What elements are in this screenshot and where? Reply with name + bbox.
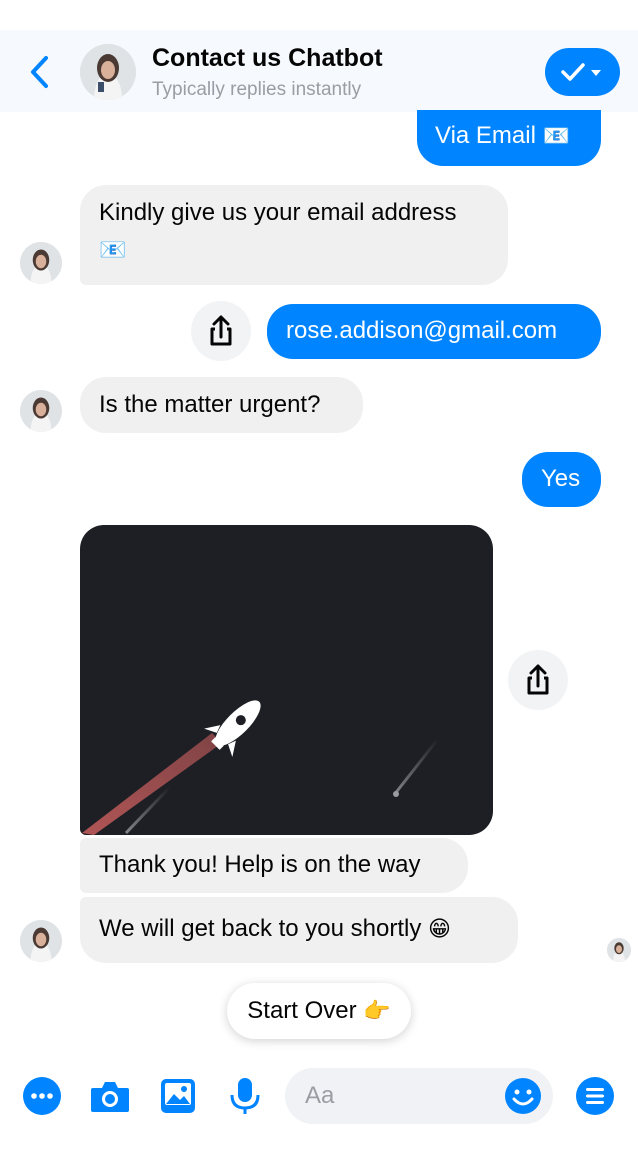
message-text: Kindly give us your email address [99, 199, 457, 226]
read-receipt-avatar [607, 938, 631, 962]
camera-icon [91, 1082, 129, 1112]
message-text: We will get back to you shortly [99, 915, 422, 942]
chat-header: Contact us Chatbot Typically replies ins… [0, 30, 638, 112]
grinning-emoji: 😁 [428, 917, 451, 942]
menu-button[interactable] [575, 1076, 615, 1116]
emoji-button[interactable] [503, 1076, 543, 1121]
share-icon [210, 315, 232, 346]
quick-reply-label: Start Over [247, 997, 357, 1024]
microphone-icon [230, 1078, 260, 1114]
bot-avatar [20, 920, 62, 962]
more-button[interactable] [22, 1076, 62, 1116]
back-button[interactable] [22, 52, 58, 92]
message-text: Thank you! Help is on the way [99, 851, 421, 878]
microphone-button[interactable] [225, 1076, 265, 1116]
share-button[interactable] [191, 301, 251, 361]
menu-icon [576, 1077, 614, 1115]
message-text: Via Email [435, 122, 536, 149]
rocket-animation-image[interactable] [80, 525, 493, 835]
message-composer [0, 1062, 638, 1132]
message-outgoing-via-email[interactable]: Via Email 📧 [417, 110, 601, 166]
checkmark-dropdown-icon [561, 63, 601, 81]
gallery-button[interactable] [158, 1076, 198, 1116]
message-incoming-get-back[interactable]: We will get back to you shortly 😁 [80, 897, 518, 963]
bot-avatar [20, 242, 62, 284]
envelope-emoji: 📧 [99, 238, 127, 263]
chatbot-avatar[interactable] [80, 44, 136, 100]
chat-subtitle: Typically replies instantly [152, 79, 362, 100]
chevron-left-icon [31, 56, 48, 88]
chat-title: Contact us Chatbot [152, 44, 383, 72]
message-input[interactable] [305, 1081, 505, 1111]
gallery-icon [161, 1079, 195, 1113]
message-outgoing-email-address[interactable]: rose.addison@gmail.com [267, 304, 601, 359]
share-button[interactable] [508, 650, 568, 710]
camera-button[interactable] [89, 1076, 129, 1116]
message-incoming-thanks[interactable]: Thank you! Help is on the way [80, 838, 468, 893]
pointing-right-emoji: 👉 [363, 999, 391, 1024]
emoji-icon [505, 1078, 541, 1114]
message-incoming-ask-urgent[interactable]: Is the matter urgent? [80, 377, 363, 433]
message-outgoing-yes[interactable]: Yes [522, 452, 601, 507]
message-text: Yes [541, 465, 581, 492]
message-text: rose.addison@gmail.com [286, 317, 558, 344]
message-input-container[interactable] [285, 1068, 553, 1124]
envelope-emoji: 📧 [542, 124, 571, 149]
status-dropdown-button[interactable] [545, 48, 620, 96]
more-icon [23, 1077, 61, 1115]
start-over-quick-reply[interactable]: Start Over 👉 [227, 983, 411, 1039]
message-text: Is the matter urgent? [99, 391, 321, 418]
bot-avatar [20, 390, 62, 432]
share-icon [527, 664, 549, 695]
message-incoming-ask-email[interactable]: Kindly give us your email address 📧 [80, 185, 508, 285]
